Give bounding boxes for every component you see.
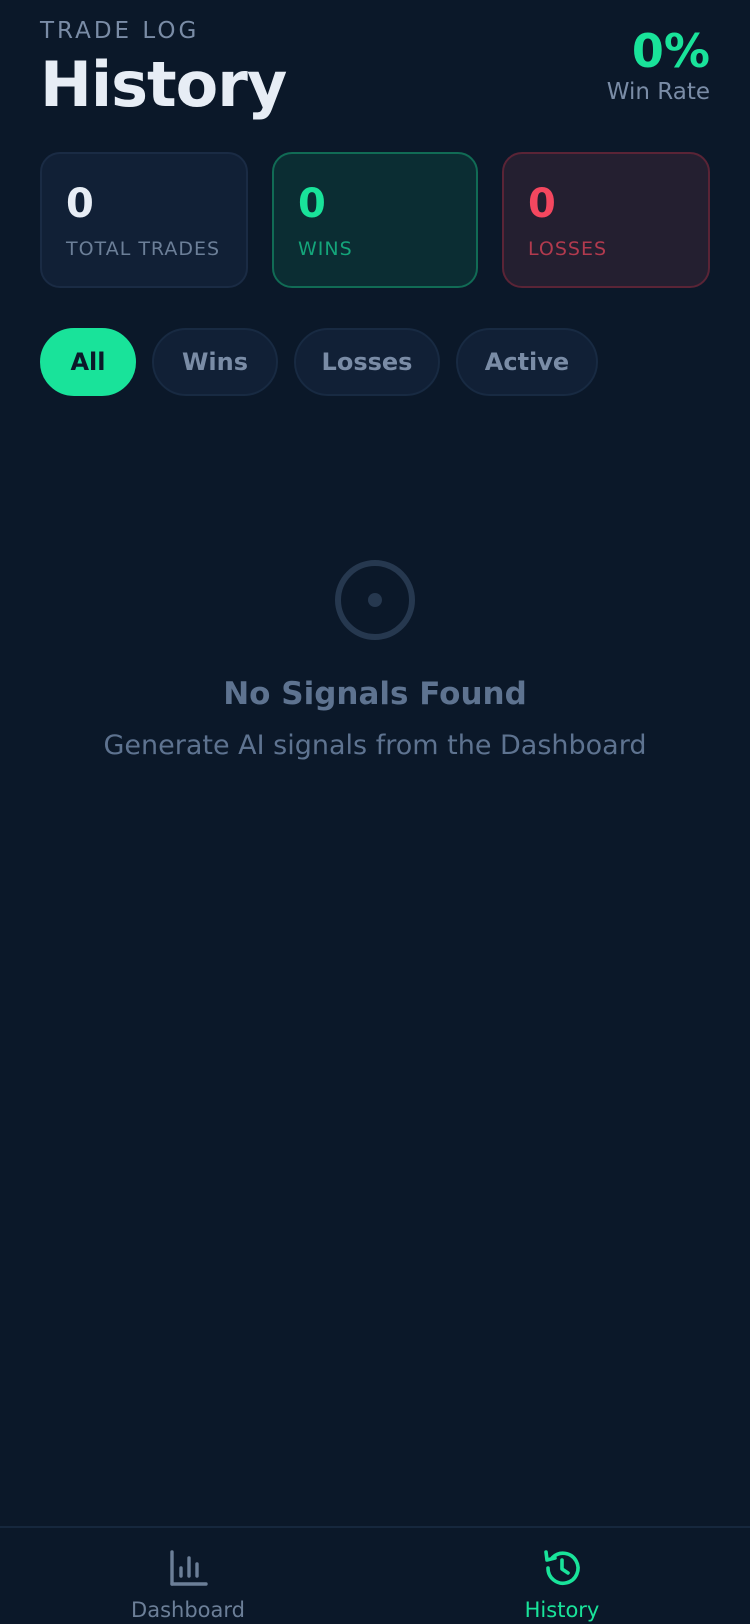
tab-history[interactable]: History [462, 1546, 662, 1622]
wins-card: 0 WINS [272, 152, 478, 288]
losses-label: LOSSES [528, 238, 608, 260]
filter-losses-chip[interactable]: Losses [294, 328, 440, 396]
wins-value: 0 [298, 181, 326, 227]
empty-state: No Signals Found Generate AI signals fro… [0, 558, 750, 761]
bottom-tab-bar: Dashboard History [0, 1526, 750, 1624]
wins-label: WINS [298, 238, 353, 260]
filter-active-chip[interactable]: Active [456, 328, 598, 396]
total-trades-value: 0 [66, 181, 94, 227]
total-trades-label: TOTAL TRADES [66, 238, 221, 260]
win-rate-value: 0% [631, 24, 710, 78]
losses-card: 0 LOSSES [502, 152, 710, 288]
win-rate-label: Win Rate [606, 78, 710, 105]
tab-history-label: History [524, 1598, 600, 1622]
win-rate-summary: 0% Win Rate [607, 26, 710, 105]
empty-state-subtitle: Generate AI signals from the Dashboard [103, 730, 647, 761]
bar-chart-icon [170, 1550, 208, 1586]
page-header: TRADE LOG History 0% Win Rate [40, 16, 710, 126]
history-icon [544, 1550, 580, 1585]
stats-row: 0 TOTAL TRADES 0 WINS 0 LOSSES [40, 152, 710, 288]
page-title: History [40, 48, 287, 121]
filter-all-chip[interactable]: All [40, 328, 136, 396]
empty-state-title: No Signals Found [223, 676, 527, 712]
history-screen: TRADE LOG History 0% Win Rate 0 TOTAL TR… [0, 0, 750, 1624]
target-icon [335, 560, 415, 640]
filter-wins-chip[interactable]: Wins [152, 328, 278, 396]
filter-chips: All Wins Losses Active [40, 328, 710, 396]
losses-value: 0 [528, 181, 556, 227]
total-trades-card: 0 TOTAL TRADES [40, 152, 248, 288]
tab-dashboard[interactable]: Dashboard [88, 1546, 288, 1622]
tab-dashboard-label: Dashboard [131, 1598, 245, 1622]
page-eyebrow: TRADE LOG [40, 18, 200, 44]
